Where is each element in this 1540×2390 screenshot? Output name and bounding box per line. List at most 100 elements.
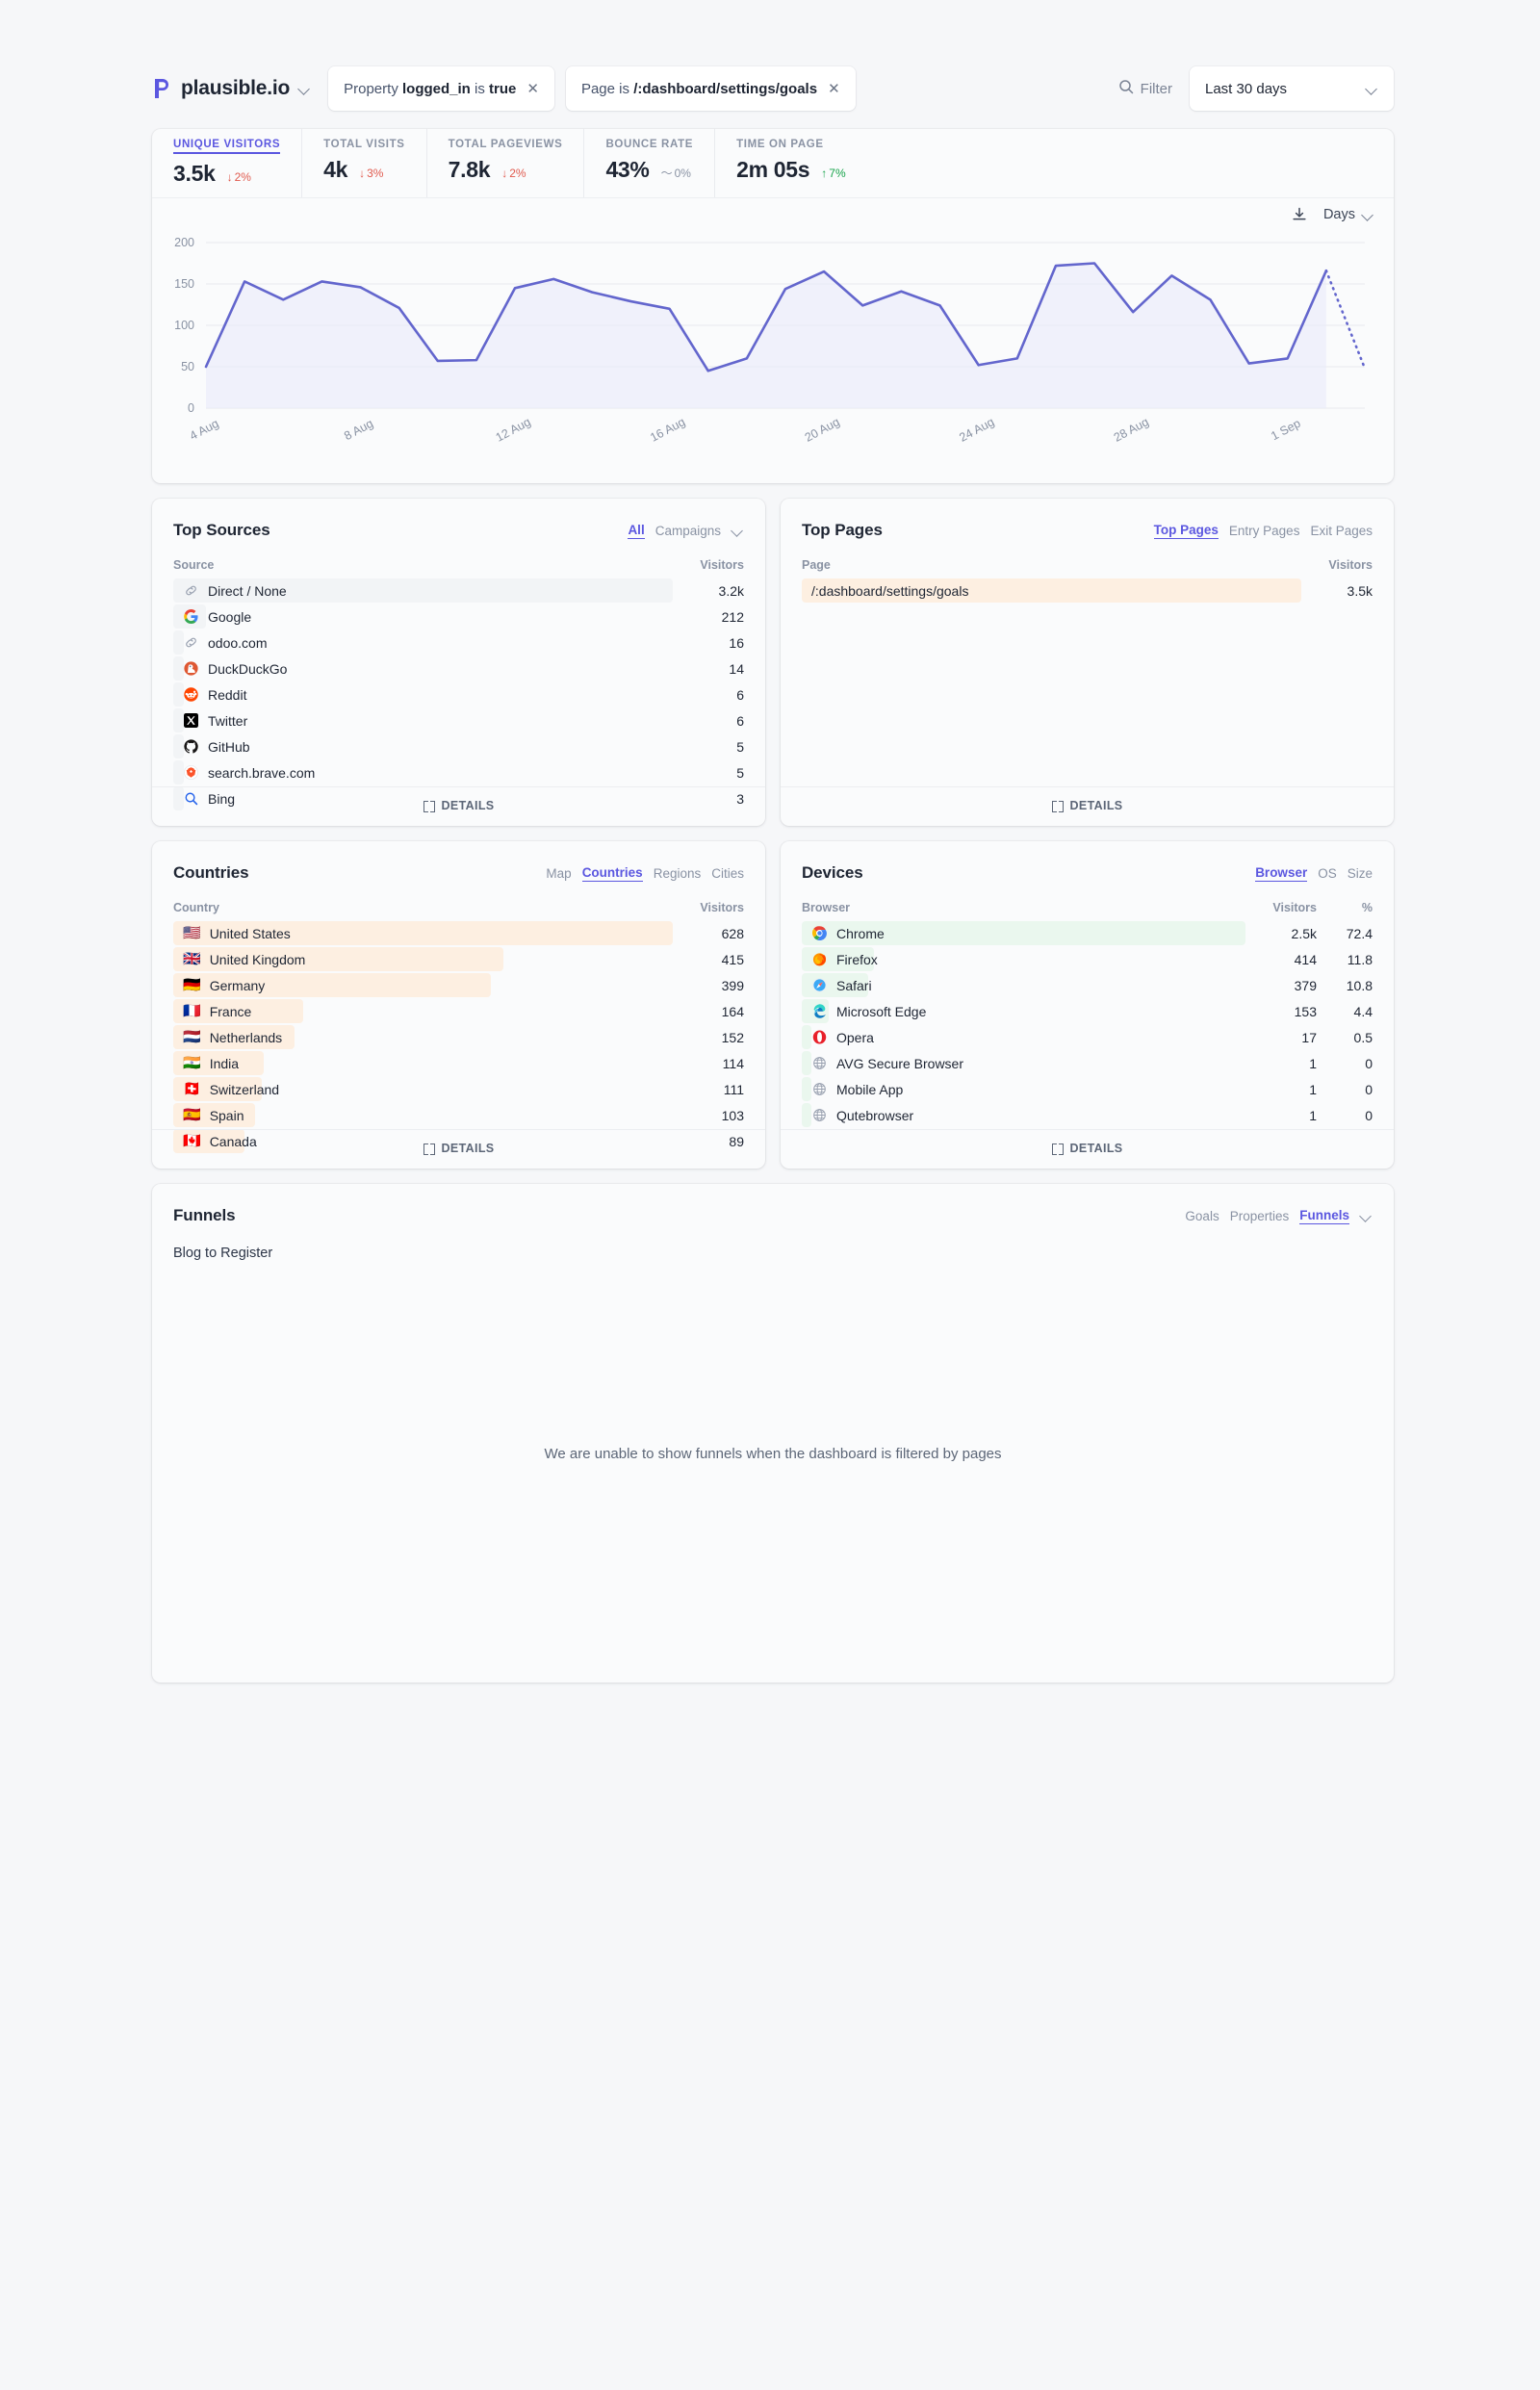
row-value: 152 bbox=[721, 1029, 744, 1045]
tab-goals[interactable]: Goals bbox=[1185, 1209, 1219, 1223]
metric-value-row: 43% 〜 0% bbox=[605, 157, 693, 183]
row-value: 415 bbox=[721, 951, 744, 967]
details-button-pages[interactable]: DETAILS bbox=[781, 786, 1394, 812]
metric-label: UNIQUE VISITORS bbox=[173, 139, 281, 154]
download-icon[interactable] bbox=[1291, 206, 1308, 223]
countries-list: 🇺🇸 United States 628 🇬🇧 United Kingdom 415 🇩🇪 G… bbox=[173, 920, 744, 1154]
details-label: DETAILS bbox=[1069, 1142, 1123, 1155]
tab-properties[interactable]: Properties bbox=[1230, 1209, 1290, 1223]
country-flag-icon: 🇨🇦 bbox=[183, 1133, 201, 1149]
row-text: Opera bbox=[836, 1029, 874, 1045]
opera-icon bbox=[811, 1029, 828, 1045]
tab-map[interactable]: Map bbox=[546, 866, 571, 881]
filter-button[interactable]: Filter bbox=[1115, 73, 1176, 104]
tab-countries[interactable]: Countries bbox=[581, 865, 643, 882]
visitors-chart[interactable]: 0 50 100 150 200 4 Aug 8 Aug 12 Aug 16 Aug 20 Aug… bbox=[152, 233, 1394, 474]
table-row[interactable]: 🇩🇪 Germany 399 bbox=[173, 972, 744, 998]
metric-total-pageviews[interactable]: TOTAL PAGEVIEWS 7.8k ↓ 2% bbox=[449, 129, 585, 197]
table-row[interactable]: Firefox 414 11.8 bbox=[802, 946, 1373, 972]
metric-value-row: 2m 05s ↑ 7% bbox=[736, 157, 846, 183]
table-row[interactable]: DuckDuckGo 14 bbox=[173, 655, 744, 681]
metric-bounce-rate[interactable]: BOUNCE RATE 43% 〜 0% bbox=[605, 129, 716, 197]
table-row[interactable]: Qutebrowser 1 0 bbox=[802, 1102, 1373, 1128]
interval-label: Days bbox=[1322, 207, 1355, 222]
country-flag-icon: 🇨🇭 bbox=[183, 1081, 201, 1097]
table-row[interactable]: Safari 379 10.8 bbox=[802, 972, 1373, 998]
metric-unique-visitors[interactable]: UNIQUE VISITORS 3.5k ↓ 2% bbox=[173, 129, 303, 197]
details-label: DETAILS bbox=[441, 799, 495, 812]
column-headers: Browser Visitors % bbox=[802, 901, 1373, 920]
row-name-cell: Chrome bbox=[802, 920, 1245, 946]
chevron-down-icon[interactable] bbox=[1360, 1210, 1373, 1222]
tab-browser[interactable]: Browser bbox=[1255, 865, 1308, 882]
row-value: 3.2k bbox=[718, 582, 744, 599]
metric-value: 43% bbox=[605, 157, 650, 182]
row-text: GitHub bbox=[208, 738, 250, 755]
table-row[interactable]: 🇺🇸 United States 628 bbox=[173, 920, 744, 946]
remove-filter-icon[interactable]: ✕ bbox=[828, 82, 840, 96]
table-row[interactable]: /:dashboard/settings/goals 3.5k bbox=[802, 578, 1373, 604]
table-row[interactable]: 🇫🇷 France 164 bbox=[173, 998, 744, 1024]
table-row[interactable]: Mobile App 1 0 bbox=[802, 1076, 1373, 1102]
table-row[interactable]: 🇨🇭 Switzerland 111 bbox=[173, 1076, 744, 1102]
table-row[interactable]: search.brave.com 5 bbox=[173, 759, 744, 785]
chevron-down-icon[interactable] bbox=[732, 525, 744, 537]
main-chart-card: UNIQUE VISITORS 3.5k ↓ 2% TOTAL VISITS 4… bbox=[152, 129, 1394, 483]
row-text: Microsoft Edge bbox=[836, 1003, 927, 1019]
tab-os[interactable]: OS bbox=[1318, 866, 1337, 881]
filter-pill-page[interactable]: Page is /:dashboard/settings/goals ✕ bbox=[565, 66, 856, 111]
tab-size[interactable]: Size bbox=[1348, 866, 1373, 881]
tab-exit-pages[interactable]: Exit Pages bbox=[1310, 524, 1373, 538]
details-button-devices[interactable]: DETAILS bbox=[781, 1129, 1394, 1155]
svg-text:4 Aug: 4 Aug bbox=[188, 417, 221, 443]
column-headers: Country Visitors bbox=[173, 901, 744, 920]
chevron-down-icon[interactable] bbox=[298, 83, 311, 95]
svg-text:16 Aug: 16 Aug bbox=[648, 415, 687, 445]
tab-top-pages[interactable]: Top Pages bbox=[1153, 523, 1219, 539]
interval-select[interactable]: Days bbox=[1323, 207, 1374, 222]
panel-tabs: Top Pages Entry Pages Exit Pages bbox=[1153, 523, 1373, 539]
filter-pill-property[interactable]: Property logged_in is true ✕ bbox=[328, 66, 554, 111]
table-row[interactable]: 🇪🇸 Spain 103 bbox=[173, 1102, 744, 1128]
column-header-page: Page bbox=[802, 558, 831, 572]
row-text: Canada bbox=[209, 1133, 257, 1149]
site-switcher[interactable]: plausible.io bbox=[152, 77, 328, 100]
tab-all[interactable]: All bbox=[628, 523, 645, 539]
table-row[interactable]: Microsoft Edge 153 4.4 bbox=[802, 998, 1373, 1024]
metric-total-visits[interactable]: TOTAL VISITS 4k ↓ 3% bbox=[323, 129, 427, 197]
tab-funnels[interactable]: Funnels bbox=[1299, 1208, 1349, 1224]
metric-time-on-page[interactable]: TIME ON PAGE 2m 05s ↑ 7% bbox=[736, 129, 867, 197]
table-row[interactable]: Direct / None 3.2k bbox=[173, 578, 744, 604]
tab-entry-pages[interactable]: Entry Pages bbox=[1229, 524, 1300, 538]
table-row[interactable]: Google 212 bbox=[173, 604, 744, 630]
expand-icon bbox=[423, 800, 435, 812]
metric-value-row: 3.5k ↓ 2% bbox=[173, 161, 280, 187]
metric-delta: ↓ 2% bbox=[226, 170, 251, 184]
tab-campaigns[interactable]: Campaigns bbox=[655, 524, 721, 538]
panel-tabs: Browser OS Size bbox=[1255, 865, 1373, 882]
row-value: 379 bbox=[1294, 977, 1317, 993]
table-row[interactable]: Twitter 6 bbox=[173, 707, 744, 733]
panel-funnels: Funnels Goals Properties Funnels Blog to… bbox=[152, 1184, 1394, 1683]
row-name-cell: 🇮🇳 India bbox=[173, 1050, 673, 1076]
table-row[interactable]: odoo.com 16 bbox=[173, 630, 744, 655]
date-range-select[interactable]: Last 30 days bbox=[1190, 66, 1394, 111]
table-row[interactable]: GitHub 5 bbox=[173, 733, 744, 759]
remove-filter-icon[interactable]: ✕ bbox=[526, 82, 539, 96]
row-label: Bing bbox=[173, 790, 235, 807]
table-row[interactable]: AVG Secure Browser 1 0 bbox=[802, 1050, 1373, 1076]
row-value: 2.5k bbox=[1291, 925, 1317, 941]
table-row[interactable]: Reddit 6 bbox=[173, 681, 744, 707]
panel-title: Countries bbox=[173, 863, 249, 882]
table-row[interactable]: 🇳🇱 Netherlands 152 bbox=[173, 1024, 744, 1050]
table-row[interactable]: Opera 17 0.5 bbox=[802, 1024, 1373, 1050]
table-row[interactable]: Chrome 2.5k 72.4 bbox=[802, 920, 1373, 946]
tab-cities[interactable]: Cities bbox=[711, 866, 744, 881]
table-row[interactable]: 🇮🇳 India 114 bbox=[173, 1050, 744, 1076]
filter-button-label: Filter bbox=[1140, 80, 1172, 97]
tab-regions[interactable]: Regions bbox=[654, 866, 702, 881]
table-row[interactable]: 🇬🇧 United Kingdom 415 bbox=[173, 946, 744, 972]
search-icon bbox=[1118, 79, 1134, 98]
svg-text:12 Aug: 12 Aug bbox=[494, 415, 533, 445]
row-name-cell: 🇺🇸 United States bbox=[173, 920, 673, 946]
